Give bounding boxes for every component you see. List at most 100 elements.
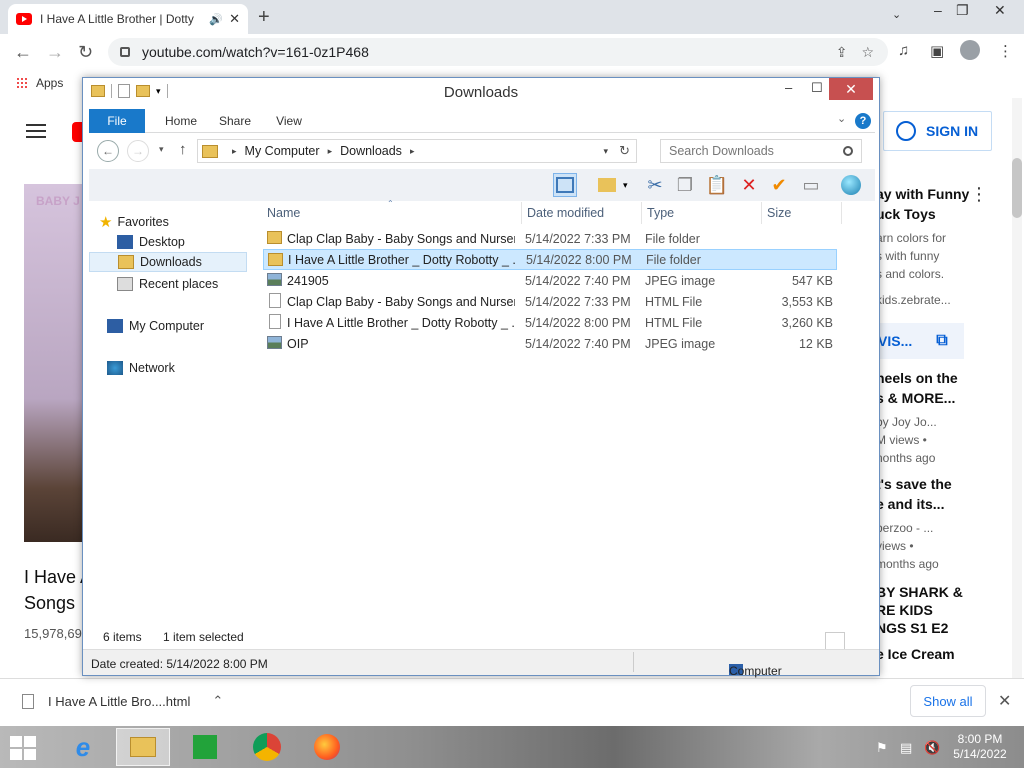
recommendation-text[interactable]: M views • <box>876 430 927 450</box>
rename-icon[interactable]: ▭ <box>799 173 823 197</box>
chrome-icon[interactable] <box>240 728 294 766</box>
copy-icon[interactable]: ❐ <box>673 173 697 197</box>
recommendation-text[interactable]: BY SHARK & <box>876 582 963 602</box>
store-icon[interactable] <box>178 728 232 766</box>
up-arrow-icon[interactable]: ↑ <box>179 141 187 158</box>
flag-notification-icon[interactable]: ⚑ <box>876 740 888 756</box>
file-row[interactable]: 241905 5/14/2022 7:40 PM JPEG image 547 KB <box>263 270 837 291</box>
options-chevron-icon[interactable]: ▾ <box>623 180 628 191</box>
show-all-button[interactable]: Show all <box>910 685 986 717</box>
apps-shortcut[interactable]: Apps <box>16 76 63 90</box>
paste-icon[interactable]: 📋 <box>705 173 729 197</box>
tab-close-icon[interactable]: ✕ <box>229 11 240 27</box>
visit-ad-button[interactable]: VIS... ⧉ <box>872 323 964 359</box>
explorer-maximize-button[interactable]: ☐ <box>811 80 823 96</box>
breadcrumb-separator-icon[interactable]: ▸ <box>410 146 415 157</box>
file-row[interactable]: I Have A Little Brother _ Dotty Robotty … <box>263 312 837 333</box>
volume-muted-icon[interactable]: 🔇 <box>924 740 940 756</box>
tab-search-chevron-icon[interactable]: ⌄ <box>892 8 901 21</box>
nav-desktop[interactable]: Desktop <box>89 232 247 252</box>
delete-icon[interactable]: ✕ <box>737 173 761 197</box>
address-dropdown-chevron-icon[interactable]: ▾ <box>603 146 608 157</box>
nav-downloads[interactable]: Downloads <box>89 252 247 272</box>
reload-button[interactable]: ↻ <box>78 42 93 63</box>
browser-tab-youtube[interactable]: I Have A Little Brother | Dotty 🔊 ✕ <box>8 4 248 34</box>
recommendation-text[interactable]: s and colors. <box>876 264 944 284</box>
search-icon[interactable] <box>843 146 853 156</box>
nav-recent-places[interactable]: Recent places <box>89 274 247 294</box>
recommendation-text[interactable]: s & MORE... <box>876 388 955 408</box>
tab-file[interactable]: File <box>89 109 145 133</box>
column-name[interactable]: Name <box>267 206 300 220</box>
new-tab-button[interactable]: + <box>258 6 270 29</box>
recommendation-text[interactable]: arn colors for <box>876 228 946 248</box>
back-button[interactable]: ← <box>14 42 32 63</box>
more-options-icon[interactable]: ⋮ <box>970 184 988 205</box>
menu-kebab-icon[interactable]: ⋮ <box>998 42 1013 60</box>
url-text[interactable]: youtube.com/watch?v=161-0z1P468 <box>142 44 836 60</box>
recommendation-text[interactable]: s with funny <box>876 246 939 266</box>
file-row[interactable]: I Have A Little Brother _ Dotty Robotty … <box>263 249 837 270</box>
forward-button[interactable]: → <box>46 42 64 63</box>
column-divider[interactable] <box>641 202 642 224</box>
recommendation-text[interactable]: berzoo - ... <box>876 518 933 538</box>
side-panel-icon[interactable]: ▣ <box>930 42 944 60</box>
restore-button[interactable]: ❐ <box>956 2 969 19</box>
breadcrumb-downloads[interactable]: Downloads <box>340 144 402 158</box>
tab-home[interactable]: Home <box>159 109 203 133</box>
recommendation-text[interactable]: nonths ago <box>876 448 935 468</box>
recommendation-text[interactable]: kids.zebrate... <box>876 290 951 310</box>
video-player[interactable]: BABY J <box>24 184 82 542</box>
audio-playing-icon[interactable]: 🔊 <box>209 13 223 26</box>
column-size[interactable]: Size <box>767 206 791 220</box>
media-control-icon[interactable]: ♫ <box>898 42 909 59</box>
explorer-minimize-button[interactable]: – <box>785 80 792 95</box>
recommendation-text[interactable]: heels on the <box>876 368 958 388</box>
file-explorer-taskbar-icon[interactable] <box>116 728 170 766</box>
breadcrumb-separator-icon[interactable]: ▸ <box>328 146 333 157</box>
column-divider[interactable] <box>761 202 762 224</box>
nav-network[interactable]: Network <box>89 358 247 378</box>
sign-in-button[interactable]: SIGN IN <box>883 111 992 151</box>
bookmark-star-icon[interactable]: ☆ <box>861 44 874 61</box>
file-row[interactable]: Clap Clap Baby - Baby Songs and Nurser..… <box>263 291 837 312</box>
nav-favorites[interactable]: ★ Favorites <box>99 212 257 232</box>
file-row[interactable]: Clap Clap Baby - Baby Songs and Nurser..… <box>263 228 837 249</box>
preview-pane-icon[interactable] <box>553 173 577 197</box>
share-icon[interactable]: ⇪ <box>836 44 848 61</box>
tab-share[interactable]: Share <box>213 109 257 133</box>
recommendation-text[interactable]: RE KIDS <box>876 600 933 620</box>
expand-ribbon-chevron-icon[interactable]: ⌄ <box>837 112 846 125</box>
column-type[interactable]: Type <box>647 206 674 220</box>
globe-icon[interactable] <box>839 173 863 197</box>
hamburger-menu-icon[interactable] <box>26 124 46 138</box>
close-download-shelf-icon[interactable]: ✕ <box>998 691 1011 711</box>
download-item[interactable]: I Have A Little Bro....html ⌃ <box>22 693 223 709</box>
recommendation-text[interactable]: e and its... <box>876 494 944 514</box>
cut-icon[interactable]: ✂ <box>643 173 667 197</box>
explorer-title-bar[interactable]: ▾ Downloads – ☐ ✕ <box>83 78 879 106</box>
recommendation-text[interactable]: by Joy Jo... <box>876 412 937 432</box>
folder-options-icon[interactable] <box>595 173 619 197</box>
minimize-button[interactable]: – <box>934 2 942 18</box>
network-tray-icon[interactable]: ▤ <box>900 740 912 756</box>
page-scrollbar-thumb[interactable] <box>1012 158 1022 218</box>
breadcrumb-my-computer[interactable]: My Computer <box>245 144 320 158</box>
column-divider[interactable] <box>841 202 842 224</box>
tab-view[interactable]: View <box>269 109 309 133</box>
help-icon[interactable]: ? <box>855 113 871 129</box>
chevron-up-icon[interactable]: ⌃ <box>212 693 223 709</box>
recommendation-text[interactable]: months ago <box>876 554 939 574</box>
recommendation-text[interactable]: t's save the <box>876 474 952 494</box>
recommendation-text[interactable]: NGS S1 E2 <box>876 618 948 638</box>
recent-locations-chevron-icon[interactable]: ▾ <box>159 144 164 155</box>
omnibox[interactable]: youtube.com/watch?v=161-0z1P468 ⇪ ☆ <box>108 38 888 66</box>
recommendation-text[interactable]: views • <box>876 536 914 556</box>
taskbar-clock[interactable]: 8:00 PM 5/14/2022 <box>940 732 1020 762</box>
recommendation-text[interactable]: ay with Funny <box>876 184 969 204</box>
recommendation-text[interactable]: uck Toys <box>876 204 936 224</box>
file-row[interactable]: OIP 5/14/2022 7:40 PM JPEG image 12 KB <box>263 333 837 354</box>
explorer-forward-button[interactable]: → <box>127 140 149 162</box>
explorer-address-bar[interactable]: ▸ My Computer ▸ Downloads ▸ ▾ ↻ <box>197 139 637 163</box>
large-icons-view-icon[interactable] <box>825 632 845 650</box>
